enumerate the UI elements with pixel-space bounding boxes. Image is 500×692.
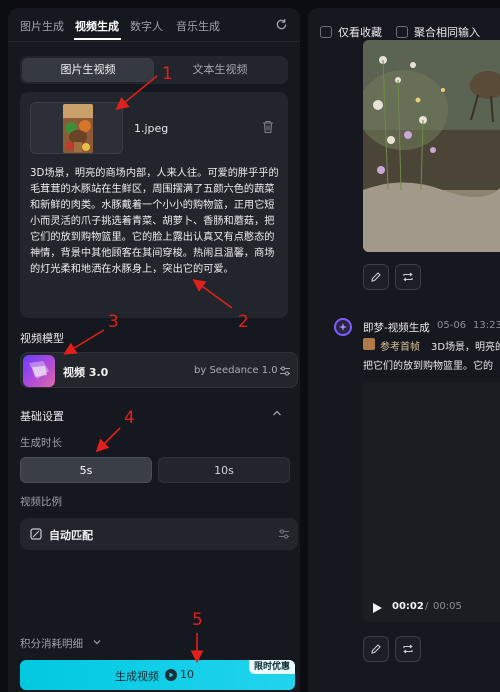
task-date: 05-06 xyxy=(437,320,467,331)
task-time: 13:23 xyxy=(473,320,500,331)
pencil-icon xyxy=(371,272,381,282)
annotation-1: 1 xyxy=(162,64,173,84)
app-avatar-icon xyxy=(334,318,352,336)
generated-preview-image[interactable] xyxy=(363,40,500,252)
merge-checkbox-label: 聚合相同输入 xyxy=(414,26,480,39)
annotation-4: 4 xyxy=(124,408,135,428)
play-icon[interactable] xyxy=(373,603,382,613)
video-time-separator: / xyxy=(425,601,429,612)
annotation-3: 3 xyxy=(108,312,119,332)
reference-frame-tag: 参考首帧 xyxy=(380,342,420,353)
video-current-time: 00:02 xyxy=(392,601,424,612)
right-panel: 仅看收藏 聚合相同输入 即梦-视频生成 05-06 13:23 参考首帧 3D场… xyxy=(308,8,500,692)
regenerate-button[interactable] xyxy=(395,264,421,290)
video-regenerate-button[interactable] xyxy=(395,636,421,662)
annotation-2: 2 xyxy=(238,312,249,332)
video-edit-button[interactable] xyxy=(363,636,389,662)
annotation-5: 5 xyxy=(192,610,203,630)
merge-checkbox[interactable] xyxy=(396,26,408,38)
task-prompt-line-2: 把它们的放到购物篮里。它的 xyxy=(363,361,493,372)
pencil-icon xyxy=(371,644,381,654)
reference-thumbnail xyxy=(363,338,375,350)
repeat-icon xyxy=(403,272,413,282)
favorites-checkbox-label: 仅看收藏 xyxy=(338,26,382,39)
task-app-name: 即梦-视频生成 xyxy=(363,322,430,334)
video-total-time: 00:05 xyxy=(433,601,462,612)
edit-button[interactable] xyxy=(363,264,389,290)
task-prompt-line-1: 3D场景，明亮的 xyxy=(431,342,500,353)
video-player[interactable]: 00:02 / 00:05 xyxy=(363,382,500,622)
repeat-icon xyxy=(403,644,413,654)
favorites-checkbox[interactable] xyxy=(320,26,332,38)
